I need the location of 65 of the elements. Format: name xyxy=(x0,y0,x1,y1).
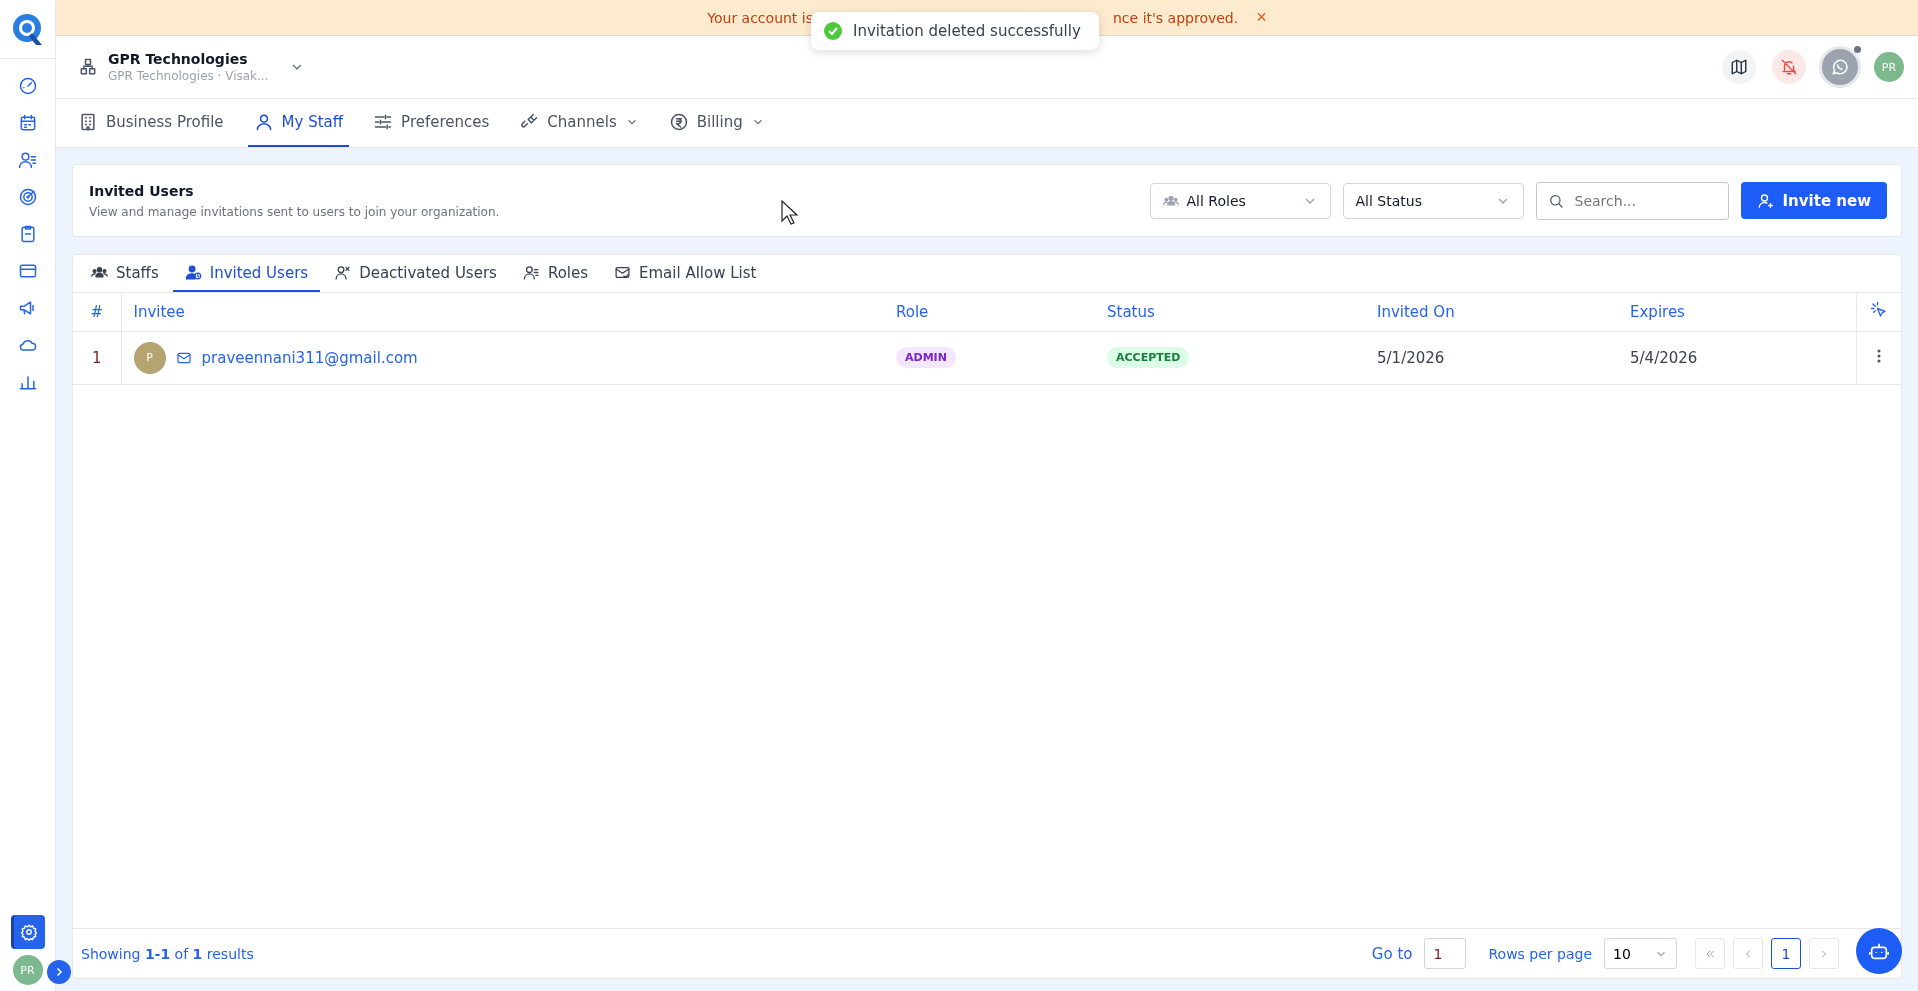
more-icon xyxy=(1876,349,1881,363)
users-icon xyxy=(522,264,540,281)
expand-button[interactable] xyxy=(46,960,71,984)
sub-tab[interactable]: Invited Users xyxy=(172,255,321,292)
gauge-icon xyxy=(17,76,38,96)
nav-tab[interactable]: Channels xyxy=(513,99,645,147)
banner-text: nce it's approved. xyxy=(1113,9,1239,26)
column-header: Invitee xyxy=(121,293,884,331)
toast-message: Invitation deleted successfully xyxy=(853,22,1081,40)
notifications-off-button[interactable] xyxy=(1772,50,1806,84)
email-link[interactable]: praveennani311@gmail.com xyxy=(201,348,418,367)
sub-tab[interactable]: Deactivated Users xyxy=(322,255,509,292)
organization-subtitle: GPR Technologies · Visak... xyxy=(108,69,269,83)
card-icon xyxy=(17,261,38,281)
go-to-label: Go to xyxy=(1371,944,1413,963)
nav-tab[interactable]: Business Profile xyxy=(72,99,230,147)
column-header: Expires xyxy=(1618,293,1856,331)
page-input[interactable]: 1 xyxy=(1424,938,1467,969)
chat-icon xyxy=(1830,57,1850,77)
nav-tab[interactable]: My Staff xyxy=(247,99,350,147)
sub-tab[interactable]: Roles xyxy=(510,255,601,292)
nav-tab[interactable]: Billing xyxy=(662,99,771,147)
organization-switcher[interactable]: GPR Technologies GPR Technologies · Visak... xyxy=(78,51,305,83)
rupee-icon xyxy=(668,112,689,132)
status-dropdown[interactable]: All Status xyxy=(1342,182,1524,219)
user-clock-icon xyxy=(184,264,202,281)
column-header: Status xyxy=(1095,293,1365,331)
table-cell: 1 xyxy=(73,331,121,384)
role-badge: ADMIN xyxy=(896,347,956,368)
settings-button[interactable] xyxy=(10,915,45,949)
mail-check-icon xyxy=(614,264,632,281)
pointer-click-icon[interactable] xyxy=(1869,300,1888,319)
target-icon xyxy=(17,187,38,207)
settings-icon xyxy=(20,923,38,941)
nav-tab[interactable]: Preferences xyxy=(367,99,496,147)
sub-tab[interactable]: Staffs xyxy=(79,255,171,292)
results-summary: Showing 1-1 of 1 results xyxy=(81,945,254,962)
invitee-avatar: P xyxy=(133,341,166,374)
hierarchy-icon xyxy=(78,57,98,77)
column-header: # xyxy=(73,293,121,331)
mouse-cursor xyxy=(781,200,799,226)
rows-per-page-dropdown[interactable]: 10 xyxy=(1604,938,1677,969)
users-icon xyxy=(17,150,38,170)
section-title: Invited Users xyxy=(89,182,195,199)
sub-tab[interactable]: Email Allow List xyxy=(602,255,769,292)
search-field[interactable]: Search... xyxy=(1535,181,1729,220)
map-icon xyxy=(1730,58,1748,76)
organization-name: GPR Technologies xyxy=(108,51,249,67)
status-badge: ACCEPTED xyxy=(1107,347,1190,368)
user-plus-icon xyxy=(1756,191,1775,210)
column-header: Role xyxy=(884,293,1095,331)
rows-per-page-label: Rows per page xyxy=(1488,945,1592,962)
invite-button[interactable]: Invite new xyxy=(1740,182,1887,219)
table-cell: 5/4/2026 xyxy=(1618,331,1856,384)
roles-dropdown[interactable]: All Roles xyxy=(1149,182,1331,219)
table-cell: 5/1/2026 xyxy=(1365,331,1618,384)
check-circle-icon xyxy=(823,21,843,41)
sliders-icon xyxy=(373,112,394,132)
bell-off-icon xyxy=(1780,58,1798,76)
column-header: Invited On xyxy=(1365,293,1618,331)
map-button[interactable] xyxy=(1722,50,1756,84)
building-icon xyxy=(78,112,98,132)
section-description: View and manage invitations sent to users to join your organization. xyxy=(89,204,500,219)
page-button[interactable]: 1 xyxy=(1771,938,1801,969)
user-x-icon xyxy=(334,264,352,281)
